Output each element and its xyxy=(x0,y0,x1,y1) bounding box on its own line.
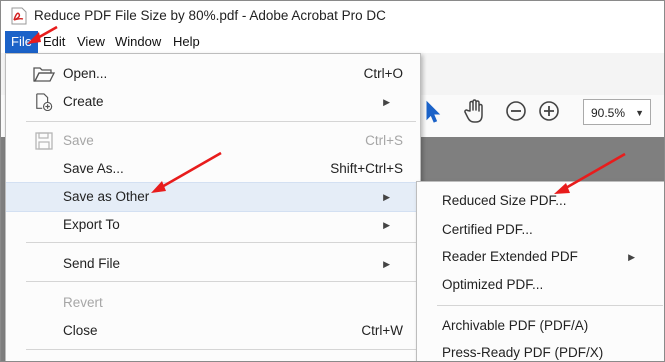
menu-item-label: Save as Other xyxy=(63,189,150,204)
menu-item-label: Save As... xyxy=(63,161,124,176)
menu-item-shortcut: Ctrl+O xyxy=(363,66,403,81)
menu-item-label: Save xyxy=(63,133,94,148)
create-pdf-icon xyxy=(36,93,53,111)
menu-item-save-as[interactable]: Save As... Shift+Ctrl+S xyxy=(6,155,420,183)
menu-item-label: Reduced Size PDF... xyxy=(442,193,567,208)
zoom-select[interactable]: 90.5% ▼ xyxy=(583,99,651,125)
menu-item-label: Close xyxy=(63,323,98,338)
title-bar: Reduce PDF File Size by 80%.pdf - Adobe … xyxy=(1,1,664,31)
menu-window[interactable]: Window xyxy=(109,31,167,53)
menu-item-label: Export To xyxy=(63,217,120,232)
menu-item-label: Revert xyxy=(63,295,103,310)
submenu-item-certified-pdf[interactable]: Certified PDF... xyxy=(417,216,664,244)
menu-divider xyxy=(437,305,663,306)
menu-item-revert[interactable]: Revert xyxy=(6,289,420,317)
submenu-arrow-icon: ▶ xyxy=(383,220,390,230)
menu-item-label: Reader Extended PDF xyxy=(442,249,578,264)
zoom-value: 90.5% xyxy=(591,106,626,120)
submenu-item-optimized-pdf[interactable]: Optimized PDF... xyxy=(417,271,664,299)
select-cursor-icon[interactable] xyxy=(421,99,443,125)
file-menu: Open... Ctrl+O Create ▶ Save Ctrl+S Save… xyxy=(5,53,421,361)
menu-item-label: Open... xyxy=(63,66,108,81)
menu-item-label: Certified PDF... xyxy=(442,222,533,237)
submenu-item-reader-extended-pdf[interactable]: Reader Extended PDF ▶ xyxy=(417,243,664,271)
menu-item-label: Send File xyxy=(63,256,121,271)
menu-item-create[interactable]: Create ▶ xyxy=(6,88,420,116)
menu-help[interactable]: Help xyxy=(167,31,206,53)
menu-bar: File Edit View Window Help xyxy=(1,31,664,53)
menu-item-label: Optimized PDF... xyxy=(442,277,544,292)
submenu-arrow-icon: ▶ xyxy=(628,252,635,262)
menu-item-open[interactable]: Open... Ctrl+O xyxy=(6,60,420,88)
menu-divider xyxy=(26,349,416,350)
zoom-in-icon[interactable] xyxy=(538,100,560,122)
submenu-item-reduced-size-pdf[interactable]: Reduced Size PDF... xyxy=(417,187,664,215)
menu-item-save[interactable]: Save Ctrl+S xyxy=(6,127,420,155)
hand-tool-icon[interactable] xyxy=(462,98,488,126)
window-title: Reduce PDF File Size by 80%.pdf - Adobe … xyxy=(34,8,386,23)
menu-view[interactable]: View xyxy=(71,31,111,53)
menu-item-export-to[interactable]: Export To ▶ xyxy=(6,211,420,239)
submenu-arrow-icon: ▶ xyxy=(383,259,390,269)
zoom-out-icon[interactable] xyxy=(505,100,527,122)
open-folder-icon xyxy=(33,67,55,82)
menu-file[interactable]: File xyxy=(5,31,38,53)
submenu-item-press-ready-pdf[interactable]: Press-Ready PDF (PDF/X) xyxy=(417,339,664,361)
menu-item-label: Archivable PDF (PDF/A) xyxy=(442,318,589,333)
menu-divider xyxy=(26,281,416,282)
save-disk-icon xyxy=(35,132,53,150)
save-as-other-submenu: Reduced Size PDF... Certified PDF... Rea… xyxy=(416,181,664,361)
chevron-down-icon: ▼ xyxy=(635,108,644,118)
menu-item-close[interactable]: Close Ctrl+W xyxy=(6,317,420,345)
menu-item-save-as-other[interactable]: Save as Other ▶ xyxy=(6,182,420,212)
menu-item-send-file[interactable]: Send File ▶ xyxy=(6,250,420,278)
menu-divider xyxy=(26,121,416,122)
menu-edit[interactable]: Edit xyxy=(37,31,71,53)
menu-item-shortcut: Ctrl+W xyxy=(361,323,403,338)
menu-item-label: Press-Ready PDF (PDF/X) xyxy=(442,345,604,360)
submenu-arrow-icon: ▶ xyxy=(383,192,390,202)
menu-item-shortcut: Shift+Ctrl+S xyxy=(330,161,403,176)
acrobat-pdf-icon xyxy=(11,7,27,25)
acrobat-window: Reduce PDF File Size by 80%.pdf - Adobe … xyxy=(0,0,665,362)
submenu-arrow-icon: ▶ xyxy=(383,97,390,107)
submenu-item-archivable-pdf[interactable]: Archivable PDF (PDF/A) xyxy=(417,312,664,340)
menu-item-shortcut: Ctrl+S xyxy=(365,133,403,148)
menu-divider xyxy=(26,242,416,243)
menu-item-label: Create xyxy=(63,94,104,109)
